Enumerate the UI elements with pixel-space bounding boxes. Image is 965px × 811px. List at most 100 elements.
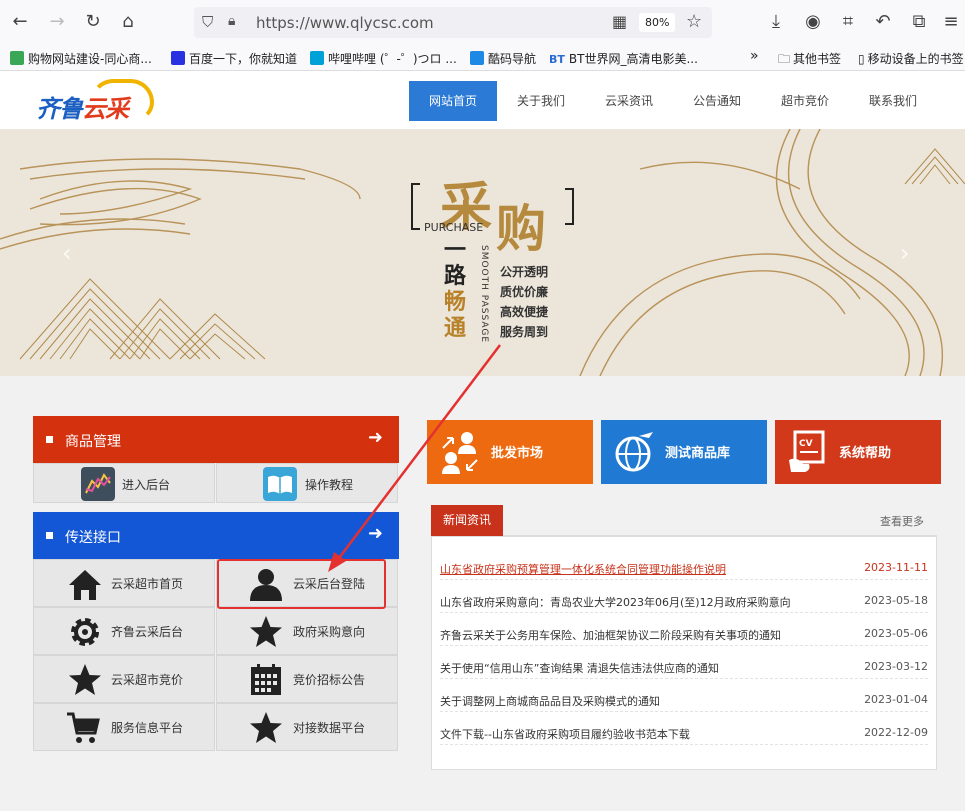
zoom-level[interactable]: 80% [639,13,676,32]
supermarket-bidding-link[interactable]: 云采超市竞价 [33,655,215,703]
chart-icon [81,467,115,501]
news-item[interactable]: 关于调整网上商城商品品目及采购模式的通知 2023-01-04 [440,688,928,712]
globe-plane-icon [615,432,653,472]
tutorial-button[interactable]: 操作教程 [216,463,398,503]
news-title[interactable]: 山东省政府采购预算管理一体化系统合同管理功能操作说明 [440,561,726,577]
more-bookmarks-icon[interactable]: » [750,48,759,64]
hero-banner: ‹ › 采 购 PURCHASE 一 路 畅 通 SMOOTH PASSAGE … [0,129,965,376]
banner-char: 路 [444,263,467,289]
bookmark-item[interactable]: BT BT世界网_高清电影美... [549,50,698,67]
bookmark-folder[interactable]: 🗀 其他书签 [778,50,841,71]
download-icon[interactable]: ⤓ [764,10,788,34]
test-goods-tile[interactable]: 测试商品库 [601,420,767,484]
cell-label: 操作教程 [305,478,354,492]
crop-icon[interactable]: ⌗ [836,10,860,34]
panel-interface-header[interactable]: 传送接口 ➜ [33,512,399,559]
news-title[interactable]: 齐鲁云采关于公务用车保险、加油框架协议二阶段采购有关事项的通知 [440,627,781,643]
bookmark-favicon-icon [10,51,24,65]
news-title[interactable]: 山东省政府采购意向：青岛农业大学2023年06月(至)12月政府采购意向 [440,594,791,610]
news-title[interactable]: 关于使用“信用山东”查询结果 清退失信违法供应商的通知 [440,660,719,676]
banner-smooth: SMOOTH PASSAGE [479,245,489,344]
nav-about[interactable]: 关于我们 [500,81,582,121]
menu-icon[interactable]: ≡ [939,10,963,34]
shield-icon: ⛉ [202,13,214,31]
panel-title: 传送接口 [65,530,121,546]
star-icon [250,712,282,743]
banner-purchase: PURCHASE [424,221,484,234]
home-icon[interactable]: ⌂ [116,10,140,34]
news-title[interactable]: 文件下载--山东省政府采购项目履约验收书范本下载 [440,726,690,742]
logo-text: 齐鲁 [36,95,83,123]
arrow-right-icon[interactable]: ➜ [368,427,383,448]
bookmark-item[interactable]: 哔哩哔哩 (゜-゜)つロ ... [310,50,457,67]
site-logo[interactable]: 齐鲁云采 [36,89,129,124]
gov-purchase-intent-link[interactable]: 政府采购意向 [216,607,398,655]
extensions-icon[interactable]: ⧉ [907,10,931,34]
bookmark-item[interactable]: 酷码导航 [470,50,536,67]
wholesale-market-tile[interactable]: 批发市场 [427,420,593,484]
banner-next-icon[interactable]: › [900,239,910,267]
bullet-icon [46,436,53,443]
nav-bidding[interactable]: 超市竞价 [764,81,846,121]
bookmark-label: 百度一下，你就知道 [189,52,298,66]
news-item[interactable]: 关于使用“信用山东”查询结果 清退失信违法供应商的通知 2023-03-12 [440,655,928,679]
cell-label: 云采超市首页 [111,577,184,591]
banner-char: 一 [444,237,467,263]
news-item[interactable]: 山东省政府采购意向：青岛农业大学2023年06月(至)12月政府采购意向 202… [440,589,928,613]
data-platform-link[interactable]: 对接数据平台 [216,703,398,751]
browser-toolbar: ← → ↻ ⌂ ⛉ 🔒︎ https://www.qlycsc.com ▦ 80… [0,0,965,45]
news-more-link[interactable]: 查看更多 [880,513,924,529]
nav-news[interactable]: 云采资讯 [588,81,670,121]
address-bar[interactable]: ⛉ 🔒︎ https://www.qlycsc.com ▦ 80% ☆ [194,7,712,38]
panel-goods-header[interactable]: 商品管理 ➜ [33,416,399,463]
enter-backend-button[interactable]: 进入后台 [33,463,215,503]
site-header: 齐鲁云采 网站首页 关于我们 云采资讯 公告通知 超市竞价 联系我们 [0,71,965,129]
news-item[interactable]: 文件下载--山东省政府采购项目履约验收书范本下载 2022-12-09 [440,721,928,745]
news-title[interactable]: 关于调整网上商城商品品目及采购模式的通知 [440,693,660,709]
news-item[interactable]: 山东省政府采购预算管理一体化系统合同管理功能操作说明 2023-11-11 [440,556,928,580]
folder-icon: 🗀 [778,52,791,66]
cell-label: 竞价招标公告 [293,673,366,687]
bookmark-label: 购物网站建设-同心商... [28,52,152,66]
star-icon[interactable]: ☆ [686,11,702,32]
baidu-icon [171,51,185,65]
bookmark-item[interactable]: 购物网站建设-同心商... [10,50,152,67]
reload-icon[interactable]: ↻ [81,10,105,34]
forward-icon[interactable]: → [45,10,69,34]
bookmark-item[interactable]: 百度一下，你就知道 [171,50,297,67]
banner-prev-icon[interactable]: ‹ [62,239,72,267]
qr-code-icon[interactable]: ▦ [612,12,627,31]
news-item[interactable]: 齐鲁云采关于公务用车保险、加油框架协议二阶段采购有关事项的通知 2023-05-… [440,622,928,646]
nav-home[interactable]: 网站首页 [409,81,497,121]
bookmark-label: BT世界网_高清电影美... [568,52,698,66]
gear-icon [71,618,99,646]
lock-icon: 🔒︎ [228,13,236,29]
nav-contact[interactable]: 联系我们 [852,81,934,121]
nav-notice[interactable]: 公告通知 [676,81,758,121]
banner-char: 畅 [444,289,467,315]
tile-label: 系统帮助 [839,446,892,461]
service-platform-link[interactable]: 服务信息平台 [33,703,215,751]
people-exchange-icon [442,432,478,474]
tile-label: 批发市场 [491,446,544,461]
news-date: 2023-03-12 [864,660,928,673]
cell-label: 政府采购意向 [293,625,366,639]
news-date: 2023-01-04 [864,693,928,706]
bookmark-label: 酷码导航 [488,52,537,66]
arrow-right-icon[interactable]: ➜ [368,523,383,544]
back-icon[interactable]: ← [8,10,32,34]
document-hand-icon: CV [789,430,825,472]
cell-label: 服务信息平台 [111,721,184,735]
news-date: 2023-11-11 [864,561,928,574]
url-text: https://www.qlycsc.com [256,14,434,32]
undo-icon[interactable]: ↶ [871,10,895,34]
system-help-tile[interactable]: CV 系统帮助 [775,420,941,484]
yuncai-home-link[interactable]: 云采超市首页 [33,559,215,607]
bookmark-label: 其他书签 [793,52,842,66]
news-tab[interactable]: 新闻资讯 [431,505,503,536]
bookmark-folder[interactable]: ▯ 移动设备上的书签 [858,50,964,67]
account-icon[interactable]: ◉ [801,10,825,34]
qilu-backend-link[interactable]: 齐鲁云采后台 [33,607,215,655]
bid-announcement-link[interactable]: 竞价招标公告 [216,655,398,703]
slogan-line: 服务周到 [500,325,549,339]
